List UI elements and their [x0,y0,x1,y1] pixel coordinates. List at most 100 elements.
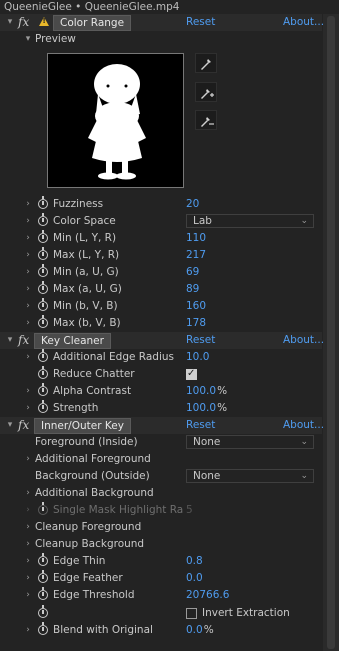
eyedropper-add-button[interactable] [195,82,217,102]
stopwatch-icon[interactable] [38,298,48,311]
matte-preview-image[interactable] [47,53,184,188]
prop-row-min-b[interactable]: › Min (b, V, B) 160 [0,298,322,315]
prop-row-strength[interactable]: › Strength 100.0% [0,400,322,417]
reset-button[interactable]: Reset [186,334,215,346]
prop-value[interactable]: 10.0 [186,351,209,363]
reset-button[interactable]: Reset [186,419,215,431]
stopwatch-icon[interactable] [38,366,48,379]
eyedropper-button[interactable] [195,53,217,73]
scrollbar-thumb[interactable] [327,16,335,649]
about-link[interactable]: About... [283,16,324,28]
prop-row-edge-thin[interactable]: › Edge Thin 0.8 [0,553,322,570]
stopwatch-icon[interactable] [38,383,48,396]
chevron-right-icon[interactable]: › [24,268,32,277]
chevron-right-icon[interactable]: › [24,404,32,413]
stopwatch-icon[interactable] [38,315,48,328]
stopwatch-icon[interactable] [38,553,48,566]
prop-value[interactable]: 20766.6 [186,589,229,601]
foreground-select[interactable]: None ⌄ [186,435,314,449]
effect-header-key-cleaner[interactable]: ▾ fx Key Cleaner Reset About... [0,332,324,349]
chevron-right-icon[interactable]: › [24,523,32,532]
about-link[interactable]: About... [283,334,324,346]
prop-row-cleanup-background[interactable]: › Cleanup Background [0,536,322,553]
prop-row-edge-threshold[interactable]: › Edge Threshold 20766.6 [0,587,322,604]
chevron-right-icon[interactable]: › [24,251,32,260]
prop-value[interactable]: 100.0% [186,385,227,397]
prop-value[interactable]: 160 [186,300,206,312]
fx-toggle-icon[interactable]: fx [18,15,29,29]
effect-name-key-cleaner[interactable]: Key Cleaner [34,333,111,349]
chevron-right-icon[interactable]: › [24,387,32,396]
prop-row-additional-foreground[interactable]: › Additional Foreground [0,451,322,468]
stopwatch-icon[interactable] [38,196,48,209]
stopwatch-icon[interactable] [38,570,48,583]
effect-name-color-range[interactable]: Color Range [53,15,132,31]
prop-value[interactable]: 110 [186,232,206,244]
fx-toggle-icon[interactable]: fx [18,333,29,347]
about-link[interactable]: About... [283,419,324,431]
preview-row[interactable]: ▾ Preview [0,31,322,48]
color-space-select[interactable]: Lab ⌄ [186,214,314,228]
chevron-right-icon[interactable]: › [24,489,32,498]
chevron-right-icon[interactable]: › [24,353,32,362]
chevron-right-icon[interactable]: › [24,626,32,635]
prop-row-min-a[interactable]: › Min (a, U, G) 69 [0,264,322,281]
stopwatch-icon[interactable] [38,281,48,294]
chevron-right-icon[interactable]: › [24,574,32,583]
stopwatch-icon[interactable] [38,622,48,635]
prop-value[interactable]: 0.8 [186,555,203,567]
chevron-right-icon[interactable]: › [24,557,32,566]
prop-row-alpha-contrast[interactable]: › Alpha Contrast 100.0% [0,383,322,400]
stopwatch-icon[interactable] [38,400,48,413]
chevron-right-icon[interactable]: › [24,455,32,464]
prop-row-max-b[interactable]: › Max (b, V, B) 178 [0,315,322,332]
chevron-right-icon[interactable]: › [24,217,32,226]
prop-row-edge-feather[interactable]: › Edge Feather 0.0 [0,570,322,587]
prop-value[interactable]: 89 [186,283,199,295]
prop-row-blend-with-original[interactable]: › Blend with Original 0.0% [0,622,322,639]
chevron-down-icon[interactable]: ▾ [6,336,14,345]
prop-row-max-l[interactable]: › Max (L, Y, R) 217 [0,247,322,264]
prop-row-max-a[interactable]: › Max (a, U, G) 89 [0,281,322,298]
stopwatch-icon[interactable] [38,605,48,618]
chevron-down-icon[interactable]: ▾ [6,421,14,430]
prop-row-invert-extraction[interactable]: Invert Extraction [0,605,322,622]
prop-row-additional-edge-radius[interactable]: › Additional Edge Radius 10.0 [0,349,322,366]
effect-name-inner-outer-key[interactable]: Inner/Outer Key [34,418,131,434]
reset-button[interactable]: Reset [186,16,215,28]
prop-value[interactable]: 217 [186,249,206,261]
fx-toggle-icon[interactable]: fx [18,418,29,432]
prop-value[interactable]: 178 [186,317,206,329]
value-number[interactable]: 100.0 [186,385,216,397]
chevron-right-icon[interactable]: › [24,234,32,243]
stopwatch-icon[interactable] [38,247,48,260]
prop-row-reduce-chatter[interactable]: Reduce Chatter [0,366,322,383]
chevron-right-icon[interactable]: › [24,285,32,294]
prop-value[interactable]: 100.0% [186,402,227,414]
prop-value[interactable]: 20 [186,198,199,210]
chevron-down-icon[interactable]: ▾ [6,18,14,27]
effect-header-inner-outer-key[interactable]: ▾ fx Inner/Outer Key Reset About... [0,417,324,434]
stopwatch-icon[interactable] [38,587,48,600]
stopwatch-icon[interactable] [38,349,48,362]
reduce-chatter-checkbox[interactable] [186,368,197,380]
prop-row-min-l[interactable]: › Min (L, Y, R) 110 [0,230,322,247]
chevron-right-icon[interactable]: › [24,319,32,328]
prop-row-fuzziness[interactable]: › Fuzziness 20 [0,196,322,213]
stopwatch-icon[interactable] [38,213,48,226]
prop-row-additional-background[interactable]: › Additional Background [0,485,322,502]
chevron-right-icon[interactable]: › [24,591,32,600]
value-number[interactable]: 0.0 [186,624,203,636]
chevron-right-icon[interactable]: › [24,200,32,209]
effect-header-color-range[interactable]: ▾ fx Color Range Reset About... [0,14,324,31]
prop-row-foreground-inside[interactable]: Foreground (Inside) None ⌄ [0,434,322,451]
prop-row-background-outside[interactable]: Background (Outside) None ⌄ [0,468,322,485]
prop-value[interactable]: 0.0 [186,572,203,584]
chevron-right-icon[interactable]: › [24,302,32,311]
value-number[interactable]: 100.0 [186,402,216,414]
stopwatch-icon[interactable] [38,230,48,243]
chevron-down-icon[interactable]: ▾ [24,35,32,44]
prop-row-cleanup-foreground[interactable]: › Cleanup Foreground [0,519,322,536]
prop-row-color-space[interactable]: › Color Space Lab ⌄ [0,213,322,230]
stopwatch-icon[interactable] [38,264,48,277]
